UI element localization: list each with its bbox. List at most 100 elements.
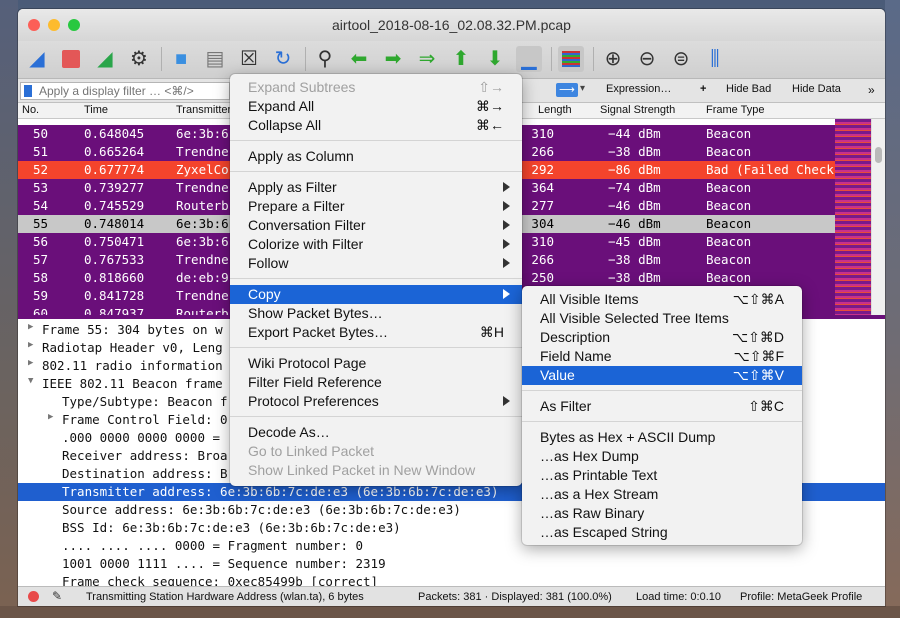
collapsed-triangle-icon[interactable]: ▶	[28, 358, 33, 368]
column-header-frame-type[interactable]: Frame Type	[706, 104, 765, 116]
copy-submenu: All Visible Items ⌥⇧⌘A All Visible Selecte…	[522, 286, 802, 545]
cell-tx: Trendne	[176, 288, 229, 303]
zoom-in-icon[interactable]: ⊕	[600, 46, 626, 72]
stop-capture-icon[interactable]	[58, 46, 84, 72]
menu-item-apply-as-filter[interactable]: Apply as Filter	[230, 178, 522, 197]
window-title: airtool_2018-08-16_02.08.32.PM.pcap	[332, 17, 571, 33]
column-header-no[interactable]: No.	[22, 104, 39, 116]
toolbar-separator	[593, 47, 594, 71]
add-filter-button[interactable]: +	[700, 83, 706, 95]
expert-info-icon[interactable]	[28, 591, 39, 602]
menu-item-label: Filter Field Reference	[248, 374, 382, 390]
menu-item-copy[interactable]: Copy	[230, 285, 522, 304]
go-back-arrow-icon[interactable]: ⬅	[346, 46, 372, 72]
tree-item[interactable]: Frame check sequence: 0xec85499b [correc…	[18, 573, 885, 586]
column-header-transmitter[interactable]: Transmitter	[176, 104, 231, 116]
copy-item-description[interactable]: Description ⌥⇧⌘D	[522, 328, 802, 347]
menu-item-colorize-with-filter[interactable]: Colorize with Filter	[230, 235, 522, 254]
collapsed-triangle-icon[interactable]: ▶	[28, 322, 33, 332]
menu-separator	[522, 421, 802, 422]
submenu-arrow-icon	[503, 220, 510, 230]
collapsed-triangle-icon[interactable]: ▶	[28, 340, 33, 350]
submenu-arrow-icon	[503, 258, 510, 268]
expanded-triangle-icon[interactable]: ▼	[28, 376, 33, 386]
collapsed-triangle-icon[interactable]: ▶	[48, 412, 53, 422]
open-folder-icon[interactable]: ■	[168, 46, 194, 72]
toolbar-separator	[161, 47, 162, 71]
copy-item-as-raw-binary[interactable]: …as Raw Binary	[522, 504, 802, 523]
go-last-packet-icon[interactable]: ⬇	[482, 46, 508, 72]
close-file-icon[interactable]: ☒	[236, 46, 262, 72]
scrollbar-thumb[interactable]	[875, 147, 882, 163]
menu-shortcut: ⌘←	[476, 117, 504, 133]
reload-file-icon[interactable]: ↻	[270, 46, 296, 72]
menu-item-decode-as[interactable]: Decode As…	[230, 423, 522, 442]
hide-data-button[interactable]: Hide Data	[792, 83, 841, 95]
menu-item-protocol-preferences[interactable]: Protocol Preferences	[230, 392, 522, 411]
copy-item-as-a-hex-stream[interactable]: …as a Hex Stream	[522, 485, 802, 504]
menu-item-expand-subtrees: Expand Subtrees ⇧→	[230, 78, 522, 97]
filter-bookmark-icon[interactable]	[24, 85, 32, 97]
submenu-arrow-icon	[503, 182, 510, 192]
menu-item-collapse-all[interactable]: Collapse All ⌘←	[230, 116, 522, 135]
cell-time: 0.745529	[84, 198, 145, 213]
expression-button[interactable]: Expression…	[606, 83, 671, 95]
hide-bad-button[interactable]: Hide Bad	[726, 83, 771, 95]
cell-type: Beacon	[706, 198, 752, 213]
cell-type: Beacon	[706, 252, 752, 267]
zoom-out-icon[interactable]: ⊖	[634, 46, 660, 72]
menu-item-conversation-filter[interactable]: Conversation Filter	[230, 216, 522, 235]
menu-item-wiki-protocol-page[interactable]: Wiki Protocol Page	[230, 354, 522, 373]
copy-item-as-filter[interactable]: As Filter ⇧⌘C	[522, 397, 802, 416]
start-capture-fin-icon[interactable]: ◢	[24, 46, 50, 72]
more-buttons-chevron-icon[interactable]: »	[868, 83, 875, 97]
menu-shortcut: ⌥⇧⌘A	[732, 291, 784, 307]
colorize-packets-icon[interactable]	[558, 46, 584, 72]
column-header-signal-strength[interactable]: Signal Strength	[600, 104, 675, 116]
copy-item-bytes-as-hex-ascii-dump[interactable]: Bytes as Hex + ASCII Dump	[522, 428, 802, 447]
menu-item-export-packet-bytes[interactable]: Export Packet Bytes… ⌘H	[230, 323, 522, 342]
capture-comment-icon[interactable]: ✎	[52, 589, 62, 603]
copy-item-field-name[interactable]: Field Name ⌥⇧⌘F	[522, 347, 802, 366]
normal-size-icon[interactable]: ⊜	[668, 46, 694, 72]
copy-item-all-visible-selected-tree-items[interactable]: All Visible Selected Tree Items	[522, 309, 802, 328]
apply-filter-arrow-icon[interactable]: ⟶	[556, 83, 578, 97]
go-first-packet-icon[interactable]: ⬆	[448, 46, 474, 72]
filter-history-chevron-down-icon[interactable]: ▾	[580, 83, 594, 97]
desktop-left	[0, 0, 18, 618]
menu-item-prepare-a-filter[interactable]: Prepare a Filter	[230, 197, 522, 216]
display-filter-input[interactable]	[20, 82, 230, 100]
status-profile[interactable]: Profile: MetaGeek Profile	[740, 591, 862, 603]
copy-item-as-escaped-string[interactable]: …as Escaped String	[522, 523, 802, 542]
menu-item-label: Export Packet Bytes…	[248, 324, 389, 340]
packet-minimap[interactable]	[835, 119, 871, 315]
menu-item-expand-all[interactable]: Expand All ⌘→	[230, 97, 522, 116]
go-to-packet-icon[interactable]: ⇒	[414, 46, 440, 72]
find-packet-icon[interactable]: ⚲	[312, 46, 338, 72]
restart-capture-icon[interactable]: ◢	[92, 46, 118, 72]
go-forward-arrow-icon[interactable]: ➡	[380, 46, 406, 72]
menu-item-follow[interactable]: Follow	[230, 254, 522, 273]
auto-scroll-icon[interactable]: ▁	[516, 46, 542, 72]
cell-sig: −38 dBm	[608, 270, 661, 285]
copy-item-as-printable-text[interactable]: …as Printable Text	[522, 466, 802, 485]
menu-item-show-packet-bytes[interactable]: Show Packet Bytes…	[230, 304, 522, 323]
tree-item[interactable]: 1001 0000 1111 .... = Sequence number: 2…	[18, 555, 885, 573]
copy-item-value[interactable]: Value ⌥⇧⌘V	[522, 366, 802, 385]
save-file-icon[interactable]: ▤	[202, 46, 228, 72]
menu-separator	[522, 390, 802, 391]
copy-item-all-visible-items[interactable]: All Visible Items ⌥⇧⌘A	[522, 290, 802, 309]
menu-item-filter-field-reference[interactable]: Filter Field Reference	[230, 373, 522, 392]
column-header-time[interactable]: Time	[84, 104, 108, 116]
packet-list-scrollbar[interactable]	[871, 119, 885, 315]
cell-no: 58	[32, 270, 48, 285]
resize-columns-icon[interactable]: ⫼	[702, 46, 728, 72]
menu-item-label: Bytes as Hex + ASCII Dump	[540, 429, 716, 445]
copy-item-as-hex-dump[interactable]: …as Hex Dump	[522, 447, 802, 466]
capture-options-gear-icon[interactable]: ⚙	[126, 46, 152, 72]
title-bar: airtool_2018-08-16_02.08.32.PM.pcap	[18, 9, 885, 41]
menu-item-apply-as-column[interactable]: Apply as Column	[230, 147, 522, 166]
toolbar-separator	[305, 47, 306, 71]
cell-tx: Trendne	[176, 144, 229, 159]
column-header-length[interactable]: Length	[538, 104, 572, 116]
